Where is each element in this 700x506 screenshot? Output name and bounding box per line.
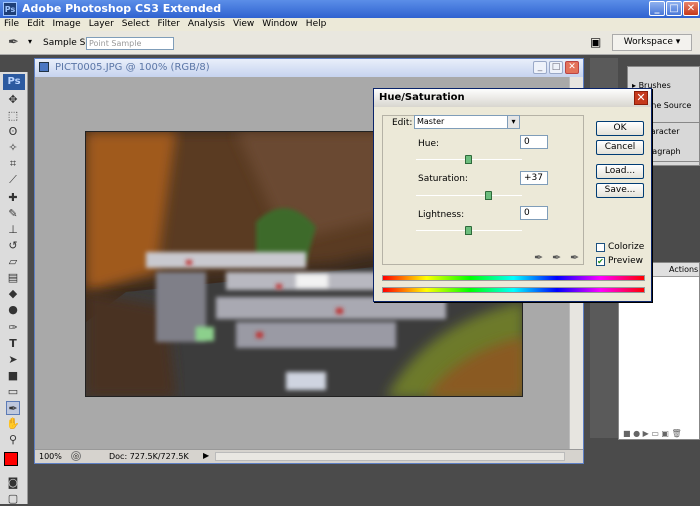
colorize-checkbox[interactable] — [596, 243, 605, 252]
quick-mask-icon[interactable]: ◙ — [6, 476, 20, 490]
eyedropper-tool-icon[interactable]: ✒ — [6, 401, 20, 415]
doc-maximize-button[interactable]: □ — [549, 61, 563, 74]
saturation-label: Saturation: — [418, 174, 468, 184]
dodge-tool-icon[interactable]: ● — [6, 303, 20, 317]
colorize-label: Colorize — [608, 242, 645, 252]
hue-slider-thumb[interactable] — [465, 155, 472, 164]
type-tool-icon[interactable]: T — [6, 337, 20, 351]
eyedropper-plus-icon[interactable]: ✒ — [552, 251, 561, 264]
magic-wand-icon[interactable]: ✧ — [6, 141, 20, 155]
zoom-level[interactable]: 100% — [39, 452, 62, 461]
minimize-button[interactable]: _ — [649, 1, 665, 16]
menu-help[interactable]: Help — [302, 18, 331, 31]
edit-label: Edit: — [392, 118, 413, 128]
status-menu-arrow-icon[interactable]: ▶ — [203, 451, 209, 460]
dialog-close-button[interactable]: ✕ — [634, 91, 648, 105]
photoshop-logo-icon: Ps — [3, 2, 17, 16]
menu-file[interactable]: File — [0, 18, 23, 31]
saturation-slider-track[interactable] — [416, 195, 522, 196]
slice-tool-icon[interactable]: ⟋ — [6, 173, 20, 187]
actions-controls[interactable]: ■ ● ▶ ▭ ▣ 🗑 — [623, 429, 682, 438]
tools-panel: Ps ✥ ⬚ ʘ ✧ ⌗ ⟋ ✚ ✎ ⊥ ↺ ▱ ▤ ◆ ● ✑ T ➤ ■ ▭… — [0, 72, 28, 505]
brush-tool-icon[interactable]: ✎ — [6, 207, 20, 221]
menu-layer[interactable]: Layer — [85, 18, 118, 31]
workspace-button[interactable]: Workspace ▾ — [612, 34, 692, 51]
eraser-tool-icon[interactable]: ▱ — [6, 255, 20, 269]
document-size: Doc: 727.5K/727.5K — [109, 452, 189, 461]
input-color-bar — [382, 275, 645, 281]
preview-label: Preview — [608, 256, 644, 266]
lasso-tool-icon[interactable]: ʘ — [6, 125, 20, 139]
hue-input[interactable]: 0 — [520, 135, 548, 149]
lightness-input[interactable]: 0 — [520, 206, 548, 220]
lightness-slider-thumb[interactable] — [465, 226, 472, 235]
menu-view[interactable]: View — [229, 18, 258, 31]
pen-tool-icon[interactable]: ✑ — [6, 321, 20, 335]
cancel-button[interactable]: Cancel — [596, 140, 644, 155]
eyedropper-minus-icon[interactable]: ✒ — [570, 251, 579, 264]
edit-select[interactable]: Master ▾ — [414, 115, 520, 129]
saturation-slider-thumb[interactable] — [484, 191, 492, 200]
horizontal-scrollbar[interactable] — [215, 452, 565, 461]
doc-close-button[interactable]: ✕ — [565, 61, 579, 74]
edit-group — [382, 115, 584, 265]
path-selection-icon[interactable]: ➤ — [6, 353, 20, 367]
clone-stamp-icon[interactable]: ⊥ — [6, 223, 20, 237]
menu-bar: File Edit Image Layer Select Filter Anal… — [0, 18, 700, 31]
menu-analysis[interactable]: Analysis — [184, 18, 229, 31]
hand-tool-icon[interactable]: ✋ — [6, 417, 20, 431]
blur-tool-icon[interactable]: ◆ — [6, 287, 20, 301]
output-color-bar — [382, 287, 645, 293]
saturation-input[interactable]: +37 — [520, 171, 548, 185]
notes-tool-icon[interactable]: ▭ — [6, 385, 20, 399]
menu-edit[interactable]: Edit — [23, 18, 48, 31]
menu-window[interactable]: Window — [258, 18, 302, 31]
dialog-title: Hue/Saturation — [379, 92, 465, 103]
app-title: Adobe Photoshop CS3 Extended — [22, 2, 222, 15]
ok-button[interactable]: OK — [596, 121, 644, 136]
doc-minimize-button[interactable]: _ — [533, 61, 547, 74]
app-title-bar: Ps Adobe Photoshop CS3 Extended _ □ ✕ — [0, 0, 700, 18]
save-button[interactable]: Save... — [596, 183, 644, 198]
hue-saturation-dialog: Hue/Saturation ✕ Edit: Master ▾ Hue: 0 S… — [373, 88, 652, 302]
eyedropper-icon[interactable]: ✒ — [8, 35, 19, 50]
healing-brush-icon[interactable]: ✚ — [6, 191, 20, 205]
menu-image[interactable]: Image — [49, 18, 85, 31]
eyedropper-icon[interactable]: ✒ — [534, 251, 543, 264]
move-tool-icon[interactable]: ✥ — [6, 93, 20, 107]
chevron-down-icon[interactable]: ▾ — [507, 116, 519, 128]
actions-tab[interactable]: Actions — [669, 265, 698, 274]
tool-preset-arrow-icon[interactable]: ▾ — [28, 37, 32, 46]
lightness-label: Lightness: — [418, 210, 465, 220]
history-brush-icon[interactable]: ↺ — [6, 239, 20, 253]
document-status-bar: 100% ◎ Doc: 727.5K/727.5K ▶ — [35, 449, 583, 463]
crop-tool-icon[interactable]: ⌗ — [6, 157, 20, 171]
document-title: PICT0005.JPG @ 100% (RGB/8) — [55, 62, 210, 73]
hue-label: Hue: — [418, 139, 440, 149]
ps-logo-icon: Ps — [3, 74, 25, 90]
load-button[interactable]: Load... — [596, 164, 644, 179]
zoom-tool-icon[interactable]: ⚲ — [6, 433, 20, 447]
document-icon — [39, 62, 49, 72]
edit-select-value: Master — [417, 117, 445, 126]
marquee-tool-icon[interactable]: ⬚ — [6, 109, 20, 123]
gradient-tool-icon[interactable]: ▤ — [6, 271, 20, 285]
menu-filter[interactable]: Filter — [154, 18, 184, 31]
sample-size-value: Point Sample — [89, 39, 142, 48]
status-info-icon[interactable]: ◎ — [71, 451, 81, 461]
dialog-title-bar: Hue/Saturation ✕ — [374, 89, 651, 107]
close-button[interactable]: ✕ — [683, 1, 699, 16]
menu-select[interactable]: Select — [118, 18, 154, 31]
shape-tool-icon[interactable]: ■ — [6, 369, 20, 383]
preview-checkbox[interactable]: ✔ — [596, 257, 605, 266]
sample-size-select[interactable]: Point Sample — [86, 37, 174, 50]
options-bar: ✒ ▾ Sample Size: Point Sample ▣ Workspac… — [0, 31, 700, 55]
foreground-color-swatch[interactable] — [4, 452, 18, 466]
document-title-bar: PICT0005.JPG @ 100% (RGB/8) _ □ ✕ — [35, 59, 583, 77]
maximize-button[interactable]: □ — [666, 1, 682, 16]
camera-icon[interactable]: ▣ — [590, 35, 601, 49]
